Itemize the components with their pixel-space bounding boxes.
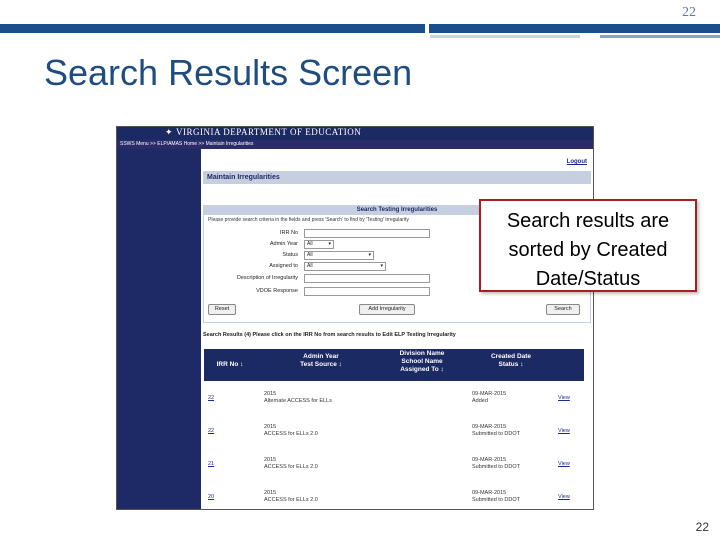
irr-no-label: IRR No [279, 230, 298, 236]
reset-button[interactable]: Reset [208, 304, 236, 315]
irr-no-input[interactable] [304, 229, 430, 238]
created-date-cell: 09-MAR-2015 [472, 457, 507, 463]
search-button[interactable]: Search [546, 304, 580, 315]
view-link[interactable]: View [558, 494, 570, 501]
status-value: All [307, 252, 313, 258]
admin-year-cell: 2015 [264, 457, 277, 463]
status-label: Status [282, 252, 298, 258]
created-date-column-header[interactable]: Created Date Status ↕ [476, 353, 546, 369]
created-date-cell: 09-MAR-2015 [472, 424, 507, 430]
admin-year-value: All [307, 241, 313, 247]
status-cell: Submitted to DDOT [472, 497, 520, 503]
slide-band-accent [430, 35, 580, 38]
admin-year-cell: 2015 [264, 424, 277, 430]
irr-no-link[interactable]: 22 [208, 395, 214, 402]
status-cell: Added [472, 398, 488, 404]
callout-line-2: sorted by Created [508, 239, 668, 261]
slide-band-accent-2 [600, 35, 720, 38]
slide-title: Search Results Screen [44, 52, 413, 93]
admin-year-cell: 2015 [264, 490, 277, 496]
status-cell: Submitted to DDOT [472, 431, 520, 437]
description-label: Description of Irregularity [236, 275, 298, 281]
dropdown-arrow-icon: ▾ [380, 263, 383, 269]
table-row: 21 2015 ACCESS for ELLs 2.0 09-MAR-2015 … [204, 449, 584, 482]
irr-no-link[interactable]: 20 [208, 494, 214, 501]
created-date-cell: 09-MAR-2015 [472, 391, 507, 397]
irr-no-column-header[interactable]: IRR No ↕ [210, 361, 250, 369]
vdoe-response-input[interactable] [304, 287, 430, 296]
results-table-header: IRR No ↕ Admin Year Test Source ↕ Divisi… [204, 349, 584, 381]
seal-icon: ✦ [165, 127, 174, 137]
slide-top-band [0, 0, 720, 38]
vdoe-response-label: VDOE Response [256, 288, 298, 294]
vdoe-logo: ✦ VIRGINIA DEPARTMENT OF EDUCATION [165, 127, 361, 138]
view-link[interactable]: View [558, 461, 570, 468]
results-table: IRR No ↕ Admin Year Test Source ↕ Divisi… [204, 349, 584, 509]
assigned-to-select[interactable]: All ▾ [304, 262, 386, 271]
logout-link[interactable]: Logout [567, 159, 587, 165]
division-column-header[interactable]: Division Name School Name Assigned To ↕ [390, 350, 454, 374]
slide-band-gap [425, 24, 429, 33]
created-date-cell: 09-MAR-2015 [472, 490, 507, 496]
irr-no-link[interactable]: 22 [208, 428, 214, 435]
app-sidebar [117, 149, 201, 509]
callout-line-3: Date/Status [535, 268, 641, 290]
slide-band-bar [0, 24, 720, 33]
callout-line-1: Search results are [506, 210, 670, 232]
test-source-cell: ACCESS for ELLs 2.0 [264, 497, 318, 503]
status-select[interactable]: All ▾ [304, 251, 374, 260]
slide-number-top: 22 [682, 5, 696, 20]
view-link[interactable]: View [558, 428, 570, 435]
table-row: 22 2015 ACCESS for ELLs 2.0 09-MAR-2015 … [204, 416, 584, 449]
assigned-to-label: Assigned to [269, 263, 298, 269]
vdoe-logo-text: VIRGINIA DEPARTMENT OF EDUCATION [176, 127, 362, 137]
test-source-cell: ACCESS for ELLs 2.0 [264, 431, 318, 437]
view-link[interactable]: View [558, 395, 570, 402]
test-source-cell: Alternate ACCESS for ELLs [264, 398, 332, 404]
dropdown-arrow-icon: ▾ [368, 252, 371, 258]
test-source-cell: ACCESS for ELLs 2.0 [264, 464, 318, 470]
dropdown-arrow-icon: ▾ [328, 241, 331, 247]
assigned-to-value: All [307, 263, 313, 269]
add-irregularity-button[interactable]: Add Irregularity [359, 304, 415, 315]
callout-box: Search results are sorted by Created Dat… [479, 199, 697, 292]
slide-number-bottom: 22 [695, 520, 709, 534]
results-instructions: Search Results (4) Please click on the I… [203, 332, 456, 338]
admin-year-cell: 2015 [264, 391, 277, 397]
admin-year-select[interactable]: All ▾ [304, 240, 334, 249]
admin-year-label: Admin Year [269, 241, 298, 247]
table-row: 22 2015 Alternate ACCESS for ELLs 09-MAR… [204, 383, 584, 416]
irr-no-link[interactable]: 21 [208, 461, 214, 468]
breadcrumb[interactable]: SSWS Menu >> ELP/AMAS Home >> Maintain I… [117, 140, 593, 149]
status-cell: Submitted to DDOT [472, 464, 520, 470]
app-header: ✦ VIRGINIA DEPARTMENT OF EDUCATION [117, 127, 593, 140]
page-heading: Maintain Irregularities [203, 171, 591, 184]
admin-year-column-header[interactable]: Admin Year Test Source ↕ [286, 353, 356, 369]
description-input[interactable] [304, 274, 430, 283]
table-row: 20 2015 ACCESS for ELLs 2.0 09-MAR-2015 … [204, 482, 584, 509]
app-screenshot: ✦ VIRGINIA DEPARTMENT OF EDUCATION SSWS M… [116, 126, 594, 510]
